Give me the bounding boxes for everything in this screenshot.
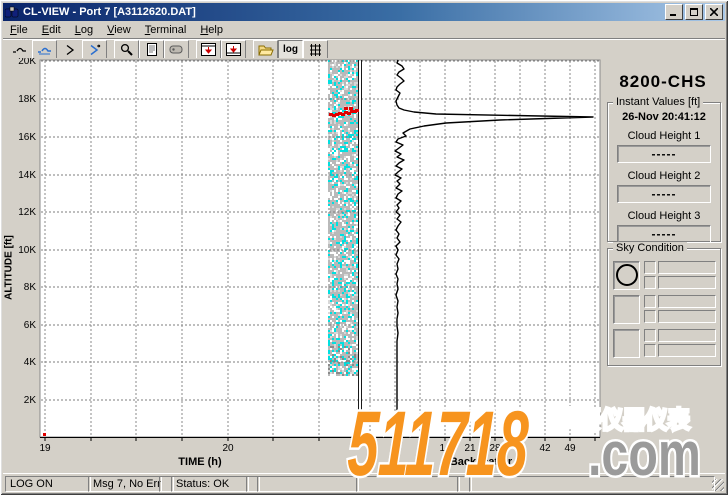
maximize-button[interactable] xyxy=(685,4,703,20)
profile-color-button[interactable] xyxy=(32,40,57,60)
altitude-axis-title: ALTITUDE [ft] xyxy=(4,213,15,323)
backscatter-tick: 42 xyxy=(532,443,558,454)
sky-height-box-3a xyxy=(658,329,716,342)
sky-condition-row-1 xyxy=(613,261,717,289)
close-button[interactable] xyxy=(705,4,723,20)
minimize-button[interactable] xyxy=(665,4,683,20)
grid-toggle-icon xyxy=(309,44,322,56)
backscatter-tick: 0 xyxy=(382,443,408,454)
sky-condition-row-2 xyxy=(613,295,717,323)
backscatter-tick: 14 xyxy=(432,443,458,454)
log-toggle-button[interactable]: log xyxy=(278,40,303,60)
sky-amount-box-1a xyxy=(644,261,656,274)
window-title: CL-VIEW - Port 7 [A3112620.DAT] xyxy=(23,6,196,18)
status-cell-empty xyxy=(356,476,460,492)
cloud-height-value-1: ----- xyxy=(617,145,711,163)
log-toggle-label: log xyxy=(283,44,298,55)
cl-view-window: { "window": { "title": "CL-VIEW - Port 7… xyxy=(0,0,728,495)
terminal-tool-button[interactable] xyxy=(164,40,189,60)
cloud-height-label-1: Cloud Height 1 xyxy=(608,130,720,142)
sky-symbol-box-2 xyxy=(613,295,640,324)
instant-timestamp: 26-Nov 20:41:12 xyxy=(608,111,720,123)
titlebar[interactable]: CL-VIEW - Port 7 [A3112620.DAT] xyxy=(3,3,725,21)
altitude-tick: 14K xyxy=(6,170,36,181)
status-cell-log: LOG ON xyxy=(5,476,91,492)
backscatter-tick: 28 xyxy=(482,443,508,454)
cloud-height-value-2: ----- xyxy=(617,185,711,203)
statusbar: LOG ONMsg 7, No Errors Status: OK xyxy=(3,473,725,492)
status-cell-empty xyxy=(257,476,359,492)
app-icon xyxy=(5,6,19,19)
backscatter-tick: 21 xyxy=(457,443,483,454)
menubar: FileEditLogViewTerminalHelp xyxy=(3,21,725,39)
scale-lower-icon xyxy=(226,43,241,56)
report-button[interactable] xyxy=(139,40,164,60)
sky-condition-row-3 xyxy=(613,329,717,357)
sky-condition-group: Sky Condition xyxy=(607,248,721,366)
sky-condition-legend: Sky Condition xyxy=(613,242,687,254)
clear-sky-circle-icon xyxy=(616,264,638,286)
sky-height-box-1a xyxy=(658,261,716,274)
backscatter-axis-title: Backscatter xyxy=(441,456,521,468)
sky-amount-box-3a xyxy=(644,329,656,342)
status-cell-status: Status: OK xyxy=(171,476,249,492)
menu-item-terminal[interactable]: Terminal xyxy=(138,22,194,38)
sky-symbol-box-1 xyxy=(613,261,640,290)
device-title: 8200-CHS xyxy=(602,72,724,92)
sky-height-box-3b xyxy=(658,344,716,357)
toolbar: log xyxy=(3,39,725,59)
status-cell-empty xyxy=(469,476,715,492)
backscatter-tick: 35 xyxy=(507,443,533,454)
cloud-height-label-2: Cloud Height 2 xyxy=(608,170,720,182)
menu-item-edit[interactable]: Edit xyxy=(35,22,68,38)
sky-height-box-2b xyxy=(658,310,716,323)
scale-upper-button[interactable] xyxy=(196,40,221,60)
profile-color-icon xyxy=(37,44,52,56)
backscatter-tick: 49 xyxy=(557,443,583,454)
cloud-height-label-3: Cloud Height 3 xyxy=(608,210,720,222)
backscatter-tick: 7 xyxy=(407,443,433,454)
instant-values-legend: Instant Values [ft] xyxy=(613,96,703,108)
time-tick: 20 xyxy=(215,443,241,454)
profile-mono-icon xyxy=(12,44,27,56)
grid-toggle-button[interactable] xyxy=(303,40,328,60)
altitude-tick: 2K xyxy=(6,395,36,406)
cloud-height-fields: Cloud Height 1 ----- Cloud Height 2 ----- Cl… xyxy=(608,130,720,243)
time-tick: 19 xyxy=(32,443,58,454)
signal-mono-button[interactable] xyxy=(57,40,82,60)
instant-values-group: Instant Values [ft] 26-Nov 20:41:12 Clou… xyxy=(607,102,721,242)
sky-symbol-box-3 xyxy=(613,329,640,358)
menu-item-help[interactable]: Help xyxy=(193,22,230,38)
profile-mono-button[interactable] xyxy=(7,40,32,60)
altitude-tick: 20K xyxy=(6,58,36,67)
sky-height-box-1b xyxy=(658,276,716,289)
right-panel: 8200-CHS Instant Values [ft] 26-Nov 20:4… xyxy=(602,58,724,474)
sky-amount-box-1b xyxy=(644,276,656,289)
altitude-tick: 4K xyxy=(6,357,36,368)
sky-height-box-2a xyxy=(658,295,716,308)
status-cell-msg: Msg 7, No Errors xyxy=(88,476,162,492)
altitude-tick: 18K xyxy=(6,94,36,105)
scale-upper-icon xyxy=(201,43,216,56)
terminal-tool-icon xyxy=(169,44,184,55)
sky-amount-box-2a xyxy=(644,295,656,308)
menu-item-log[interactable]: Log xyxy=(68,22,100,38)
menu-item-file[interactable]: File xyxy=(3,22,35,38)
scale-lower-button[interactable] xyxy=(221,40,246,60)
sky-amount-box-3b xyxy=(644,344,656,357)
menu-item-view[interactable]: View xyxy=(100,22,138,38)
sky-amount-box-2b xyxy=(644,310,656,323)
signal-color-button[interactable] xyxy=(82,40,107,60)
open-file-icon xyxy=(258,44,274,56)
signal-mono-icon xyxy=(64,44,76,56)
altitude-tick: 16K xyxy=(6,132,36,143)
report-icon xyxy=(146,43,158,56)
chart-area: 20K18K16K14K12K10K8K6K4K2K19200714212835… xyxy=(3,58,725,474)
signal-color-icon xyxy=(88,44,102,56)
zoom-button[interactable] xyxy=(114,40,139,60)
open-file-button[interactable] xyxy=(253,40,278,60)
cloud-height-value-3: ----- xyxy=(617,225,711,243)
zoom-icon xyxy=(120,43,133,56)
time-axis-title: TIME (h) xyxy=(160,456,240,468)
